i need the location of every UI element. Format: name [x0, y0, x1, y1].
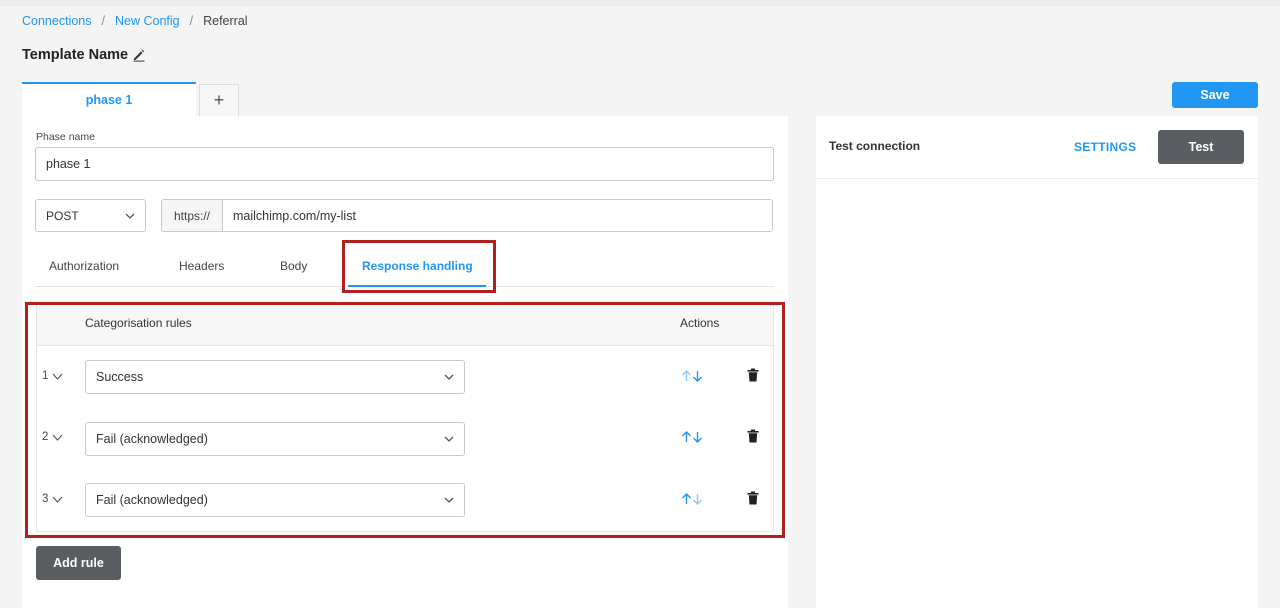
save-button[interactable]: Save — [1172, 82, 1258, 108]
settings-link[interactable]: SETTINGS — [1074, 140, 1136, 154]
highlight-box-tab — [342, 240, 496, 293]
breadcrumb-separator: / — [189, 14, 194, 28]
url-protocol-prefix: https:// — [162, 200, 223, 231]
phase-name-input[interactable] — [35, 147, 774, 181]
highlight-box-rules — [25, 302, 785, 538]
page-title: Template Name — [22, 47, 129, 63]
method-value: POST — [46, 208, 79, 223]
test-panel-divider — [816, 178, 1258, 179]
add-rule-button[interactable]: Add rule — [36, 546, 121, 580]
top-bar — [0, 0, 1280, 6]
test-connection-title: Test connection — [829, 139, 921, 153]
title-row: Template Name — [22, 45, 146, 65]
pencil-icon[interactable] — [132, 48, 146, 62]
phase-name-label: Phase name — [36, 131, 95, 143]
breadcrumb-current: Referral — [203, 14, 248, 28]
tab-phase-1[interactable]: phase 1 — [22, 82, 196, 116]
add-phase-tab-button[interactable]: + — [199, 84, 239, 116]
chevron-down-icon — [125, 213, 135, 219]
tab-body[interactable]: Body — [280, 259, 307, 277]
url-field-group: https:// — [161, 199, 773, 232]
breadcrumb-new-config[interactable]: New Config — [115, 14, 180, 28]
breadcrumb: Connections / New Config / Referral — [22, 13, 248, 29]
breadcrumb-connections[interactable]: Connections — [22, 14, 92, 28]
url-input[interactable] — [223, 200, 772, 231]
breadcrumb-separator: / — [101, 14, 105, 28]
method-select[interactable]: POST — [35, 199, 146, 232]
tab-authorization[interactable]: Authorization — [49, 259, 119, 277]
tab-headers[interactable]: Headers — [179, 259, 224, 277]
test-button[interactable]: Test — [1158, 130, 1244, 164]
test-connection-panel — [816, 116, 1258, 608]
